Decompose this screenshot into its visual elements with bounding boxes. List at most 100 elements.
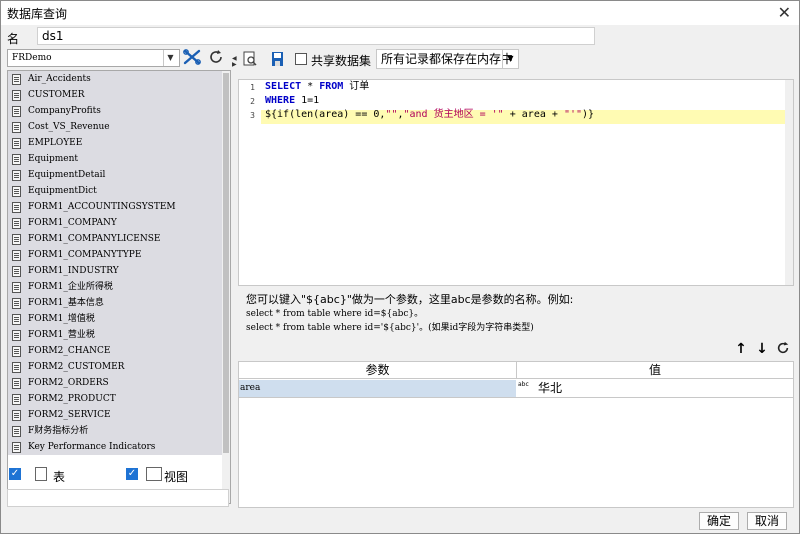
param-name-cell[interactable]: area — [239, 380, 516, 397]
table-icon — [12, 250, 21, 261]
table-item[interactable]: EquipmentDetail — [8, 167, 223, 183]
chevron-down-icon[interactable]: ▼ — [163, 50, 177, 66]
preview-icon[interactable] — [242, 51, 258, 67]
table-tree[interactable]: Air_Accidents CUSTOMER CompanyProfits Co… — [7, 70, 231, 504]
editor-scrollbar[interactable] — [785, 80, 793, 285]
table-icon — [12, 426, 21, 437]
table-item[interactable]: FORM2_CUSTOMER — [8, 359, 223, 375]
table-item[interactable]: FORM2_PRODUCT — [8, 391, 223, 407]
datasource-value: FRDemo — [12, 53, 52, 63]
param-value-cell[interactable]: 华北 — [536, 380, 792, 397]
table-item-label: FORM1_基本信息 — [28, 298, 104, 308]
table-icon — [12, 122, 21, 133]
string-type-icon[interactable]: abc — [518, 381, 534, 396]
view-icon — [146, 467, 162, 481]
line-number: 3 — [250, 111, 255, 120]
table-icon — [12, 202, 21, 213]
table-item[interactable]: CUSTOMER — [8, 87, 223, 103]
sql-text: 订单 — [343, 81, 370, 92]
table-item-label: Cost_VS_Revenue — [28, 122, 110, 132]
table-item[interactable]: CompanyProfits — [8, 103, 223, 119]
table-item[interactable]: FORM1_ACCOUNTINGSYSTEM — [8, 199, 223, 215]
sql-editor[interactable]: 1 2 3 SELECT * FROM 订单 WHERE 1=1 ${if(le… — [238, 79, 794, 286]
tree-scrollbar[interactable] — [222, 71, 230, 503]
table-icon — [12, 90, 21, 101]
table-item-label: FORM1_企业所得税 — [28, 282, 113, 292]
left-panel: FRDemo ▼ Air_Accidents CUSTOMER CompanyP… — [6, 48, 231, 508]
save-mode-select[interactable]: 所有记录都保存在内存中 ▼ — [376, 49, 519, 69]
table-item-label: FORM2_CHANCE — [28, 346, 111, 356]
table-icon — [12, 314, 21, 325]
datasource-select[interactable]: FRDemo ▼ — [7, 49, 180, 67]
tree-scroll-thumb[interactable] — [223, 73, 229, 453]
table-item[interactable]: F财务指标分析 — [8, 423, 223, 439]
table-item[interactable]: FORM1_基本信息 — [8, 295, 223, 311]
table-icon — [12, 362, 21, 373]
sql-string: "" — [385, 109, 398, 120]
table-filter-row: ✓ 表 ✓ 视图 — [7, 466, 227, 484]
table-item[interactable]: FORM2_ORDERS — [8, 375, 223, 391]
table-item-label: FORM1_营业税 — [28, 330, 95, 340]
refresh-icon[interactable] — [206, 49, 226, 67]
table-icon — [12, 218, 21, 229]
table-icon — [12, 138, 21, 149]
cancel-button[interactable]: 取消 — [747, 512, 787, 530]
table-item-label: CompanyProfits — [28, 106, 101, 116]
table-item[interactable]: EquipmentDict — [8, 183, 223, 199]
table-item[interactable]: FORM1_增值税 — [8, 311, 223, 327]
table-item[interactable]: Air_Accidents — [8, 71, 223, 87]
code-line-1: SELECT * FROM 订单 — [265, 80, 369, 94]
table-item-label: FORM2_ORDERS — [28, 378, 109, 388]
param-order-controls: ↑ ↓ — [733, 341, 793, 357]
sql-text: + area + — [503, 109, 564, 120]
table-item-label: FORM1_COMPANYTYPE — [28, 250, 142, 260]
share-dataset-checkbox[interactable] — [295, 53, 307, 65]
table-search-input[interactable] — [7, 489, 229, 507]
table-item[interactable]: Key Performance Indicators — [8, 439, 223, 455]
database-query-dialog: 数据库查询 ✕ 名字: ds1 FRDemo ▼ Air_Accide — [0, 0, 800, 534]
table-icon — [12, 234, 21, 245]
arrow-up-icon[interactable]: ↑ — [733, 341, 749, 357]
table-checkbox[interactable]: ✓ — [9, 468, 21, 480]
param-name-header: 参数 — [239, 362, 516, 379]
arrow-down-icon[interactable]: ↓ — [754, 341, 770, 357]
table-item[interactable]: FORM1_COMPANYLICENSE — [8, 231, 223, 247]
chevron-down-icon[interactable]: ▼ — [502, 50, 518, 68]
name-input[interactable]: ds1 — [37, 27, 595, 45]
close-icon[interactable]: ✕ — [778, 3, 791, 22]
splitter-collapse-icon[interactable]: ◀ ▶ — [232, 56, 237, 68]
table-row[interactable]: area abc 华北 — [239, 380, 793, 398]
table-item[interactable]: Cost_VS_Revenue — [8, 119, 223, 135]
refresh-icon[interactable] — [775, 341, 791, 357]
table-item[interactable]: EMPLOYEE — [8, 135, 223, 151]
sql-text: 1=1 — [295, 95, 320, 106]
table-item[interactable]: FORM1_企业所得税 — [8, 279, 223, 295]
table-item[interactable]: Equipment — [8, 151, 223, 167]
connection-tools-icon[interactable] — [182, 49, 202, 67]
table-item[interactable]: FORM1_营业税 — [8, 327, 223, 343]
view-checkbox[interactable]: ✓ — [126, 468, 138, 480]
hint-line: 您可以键入"${abc}"做为一个参数，这里abc是参数的名称。例如: — [246, 293, 574, 306]
sql-string: "'" — [563, 109, 582, 120]
table-item[interactable]: FORM1_INDUSTRY — [8, 263, 223, 279]
hint-example: select * from table where id=${abc}。 — [246, 309, 424, 319]
table-item[interactable]: FORM1_COMPANY — [8, 215, 223, 231]
table-icon — [12, 266, 21, 277]
table-item-label: FORM1_INDUSTRY — [28, 266, 119, 276]
ok-button[interactable]: 确定 — [699, 512, 739, 530]
hint-example: select * from table where id='${abc}'。(如… — [246, 323, 534, 333]
parameter-table: 参数 值 area abc 华北 — [238, 361, 794, 508]
table-item-label: FORM1_增值税 — [28, 314, 95, 324]
table-item-label: FORM1_ACCOUNTINGSYSTEM — [28, 202, 176, 212]
table-item-label: FORM2_PRODUCT — [28, 394, 116, 404]
table-item-label: FORM1_COMPANY — [28, 218, 117, 228]
table-item-label: FORM2_CUSTOMER — [28, 362, 125, 372]
save-icon[interactable] — [270, 51, 286, 67]
table-icon — [12, 74, 21, 85]
table-item[interactable]: FORM2_CHANCE — [8, 343, 223, 359]
sql-keyword: FROM — [319, 81, 344, 92]
sql-string: "and 货主地区 = '" — [403, 109, 504, 120]
table-item-label: F财务指标分析 — [28, 426, 89, 436]
table-item[interactable]: FORM2_SERVICE — [8, 407, 223, 423]
table-item[interactable]: FORM1_COMPANYTYPE — [8, 247, 223, 263]
